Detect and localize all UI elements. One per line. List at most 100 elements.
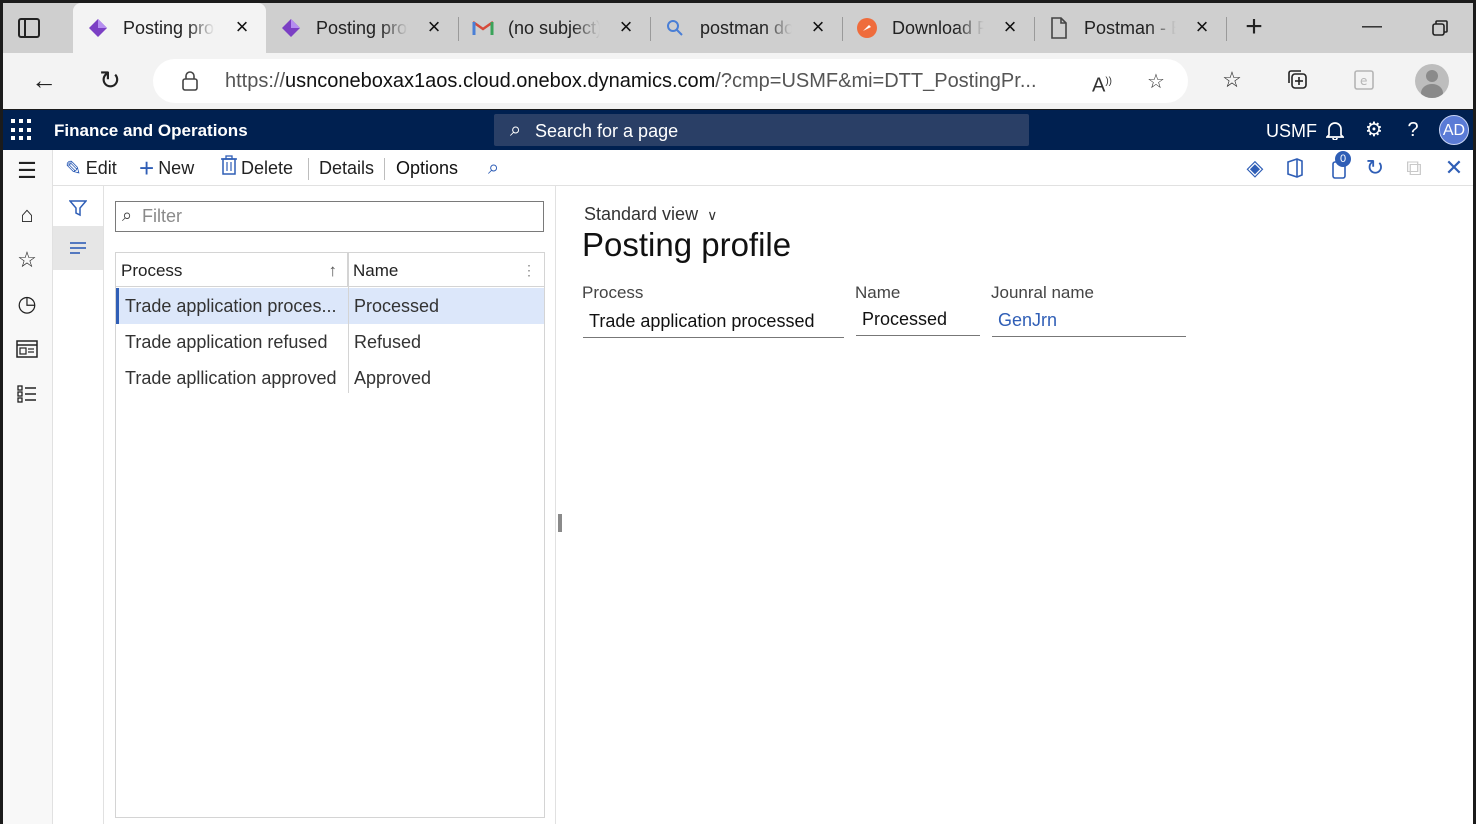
column-options-icon[interactable]: ⋮ bbox=[522, 252, 536, 288]
browser-tab-6[interactable]: Postman - Blank × bbox=[1034, 3, 1226, 53]
open-new-window-icon[interactable]: ⧉ bbox=[1400, 154, 1428, 182]
column-header-label: Name bbox=[353, 261, 399, 280]
back-icon[interactable]: ← bbox=[29, 65, 59, 95]
url-prefix: https:// bbox=[225, 70, 286, 92]
refresh-icon[interactable]: ↻ bbox=[1361, 154, 1389, 182]
close-tab-icon[interactable]: × bbox=[1192, 16, 1212, 38]
details-button[interactable]: Details bbox=[319, 155, 374, 181]
app-launcher-icon[interactable] bbox=[11, 119, 33, 141]
name-field[interactable]: Processed bbox=[856, 302, 980, 336]
address-bar[interactable]: https://usnconeboxax1aos.cloud.onebox.dy… bbox=[153, 59, 1188, 103]
d365-icon bbox=[280, 17, 302, 39]
minimize-icon[interactable]: — bbox=[1359, 15, 1385, 41]
recent-icon[interactable]: ◷ bbox=[14, 291, 40, 317]
table-row[interactable]: Trade application proces... Processed bbox=[116, 288, 544, 324]
column-header-label: Process bbox=[121, 261, 183, 280]
action-search-button[interactable]: ⌕ bbox=[488, 155, 503, 181]
new-label: New bbox=[158, 157, 195, 178]
details-label: Details bbox=[319, 157, 375, 178]
app-name[interactable]: Finance and Operations bbox=[54, 121, 248, 141]
cell-name: Processed bbox=[354, 296, 440, 316]
view-selector-label: Standard view bbox=[584, 204, 699, 224]
user-avatar[interactable]: AD bbox=[1439, 115, 1469, 145]
column-separator bbox=[348, 253, 349, 393]
power-apps-icon[interactable]: ◈ bbox=[1241, 154, 1269, 182]
details-pane: Standard view ∨ Posting profile Process … bbox=[556, 186, 1473, 824]
menu-icon[interactable]: ☰ bbox=[14, 158, 40, 184]
ie-mode-icon[interactable]: e bbox=[1349, 65, 1379, 95]
postman-icon bbox=[856, 17, 878, 39]
delete-label: Delete bbox=[241, 157, 294, 178]
app-header: Finance and Operations ⌕ Search for a pa… bbox=[3, 110, 1473, 150]
tab-title: Posting profile bbox=[123, 17, 215, 38]
browser-tab-3[interactable]: (no subject) × bbox=[458, 3, 650, 53]
gear-icon[interactable]: ⚙ bbox=[1362, 118, 1386, 142]
browser-toolbar: ← ↻ https://usnconeboxax1aos.cloud.onebo… bbox=[3, 53, 1473, 109]
delete-button[interactable]: Delete bbox=[221, 155, 293, 181]
search-page-input[interactable]: ⌕ Search for a page bbox=[494, 114, 1029, 146]
favorites-icon[interactable]: ☆ bbox=[1217, 65, 1247, 95]
lock-icon[interactable] bbox=[181, 71, 199, 91]
collections-icon[interactable] bbox=[1283, 65, 1313, 95]
tab-title: (no subject) bbox=[508, 17, 600, 38]
add-favorite-icon[interactable]: ☆ bbox=[1143, 69, 1169, 95]
edit-button[interactable]: ✎ Edit bbox=[65, 155, 117, 181]
close-tab-icon[interactable]: × bbox=[1000, 16, 1020, 38]
close-tab-icon[interactable]: × bbox=[616, 16, 636, 38]
filter-icon[interactable] bbox=[53, 186, 103, 230]
bell-icon[interactable] bbox=[1323, 118, 1347, 142]
search-icon: ⌕ bbox=[488, 156, 500, 179]
d365-icon bbox=[87, 17, 109, 39]
restore-icon[interactable] bbox=[1427, 15, 1453, 41]
plus-icon: + bbox=[139, 152, 155, 183]
cell-process: Trade apllication approved bbox=[125, 368, 337, 388]
pencil-icon: ✎ bbox=[65, 157, 82, 180]
new-tab-icon[interactable]: + bbox=[1241, 12, 1267, 42]
search-placeholder: Search for a page bbox=[535, 121, 679, 141]
browser-tab-5[interactable]: Download Postman × bbox=[842, 3, 1034, 53]
cell-process: Trade application refused bbox=[125, 332, 328, 352]
home-icon[interactable]: ⌂ bbox=[14, 202, 40, 228]
refresh-icon[interactable]: ↻ bbox=[95, 65, 125, 95]
search-icon: ⌕ bbox=[510, 119, 522, 141]
list-view-icon[interactable] bbox=[53, 226, 103, 270]
tab-actions-icon[interactable] bbox=[17, 17, 41, 39]
process-label: Process bbox=[582, 283, 644, 302]
office-icon[interactable] bbox=[1281, 154, 1309, 182]
table-row[interactable]: Trade apllication approved Approved bbox=[116, 360, 544, 396]
journal-name-label: Jounral name bbox=[991, 283, 1095, 302]
list-pane: ⌕ Process ↑ Name ⋮ Trade application pro… bbox=[104, 186, 555, 824]
process-field[interactable]: Trade application processed bbox=[583, 304, 844, 338]
options-tab[interactable]: Options bbox=[396, 155, 458, 181]
company-picker[interactable]: USMF bbox=[1266, 121, 1317, 142]
browser-tab-4[interactable]: postman download × bbox=[650, 3, 842, 53]
browser-tab-1[interactable]: Posting profile × bbox=[73, 3, 266, 53]
read-aloud-icon[interactable]: A)) bbox=[1089, 69, 1115, 97]
workspace: ☰ ⌂ ☆ ◷ ✎ Edit + New Delete Details Opti… bbox=[3, 150, 1473, 824]
filter-input-box[interactable]: ⌕ bbox=[115, 201, 544, 232]
tab-title: Posting profile bbox=[316, 17, 408, 38]
chevron-down-icon: ∨ bbox=[707, 207, 718, 223]
url-text[interactable]: https://usnconeboxax1aos.cloud.onebox.dy… bbox=[225, 70, 1075, 93]
table-row[interactable]: Trade application refused Refused bbox=[116, 324, 544, 360]
new-button[interactable]: + New bbox=[139, 152, 195, 183]
workspaces-icon[interactable] bbox=[14, 336, 40, 362]
cell-name: Refused bbox=[354, 332, 422, 352]
favorites-icon[interactable]: ☆ bbox=[14, 247, 40, 273]
help-icon[interactable]: ? bbox=[1401, 118, 1425, 142]
close-tab-icon[interactable]: × bbox=[808, 16, 828, 38]
sort-ascending-icon[interactable]: ↑ bbox=[329, 253, 338, 289]
close-tab-icon[interactable]: × bbox=[232, 16, 252, 38]
column-header-process[interactable]: Process ↑ bbox=[116, 253, 348, 287]
filter-strip bbox=[53, 186, 104, 824]
column-header-name[interactable]: Name ⋮ bbox=[348, 253, 544, 287]
browser-tab-2[interactable]: Posting profile × bbox=[266, 3, 458, 53]
close-icon[interactable]: ✕ bbox=[1440, 154, 1468, 182]
journal-name-field[interactable]: GenJrn bbox=[992, 303, 1186, 337]
filter-input[interactable] bbox=[142, 205, 532, 227]
profile-avatar[interactable] bbox=[1415, 64, 1449, 98]
modules-icon[interactable] bbox=[14, 381, 40, 407]
view-selector[interactable]: Standard view ∨ bbox=[584, 204, 717, 225]
close-tab-icon[interactable]: × bbox=[424, 16, 444, 38]
svg-text:e: e bbox=[1360, 74, 1367, 88]
